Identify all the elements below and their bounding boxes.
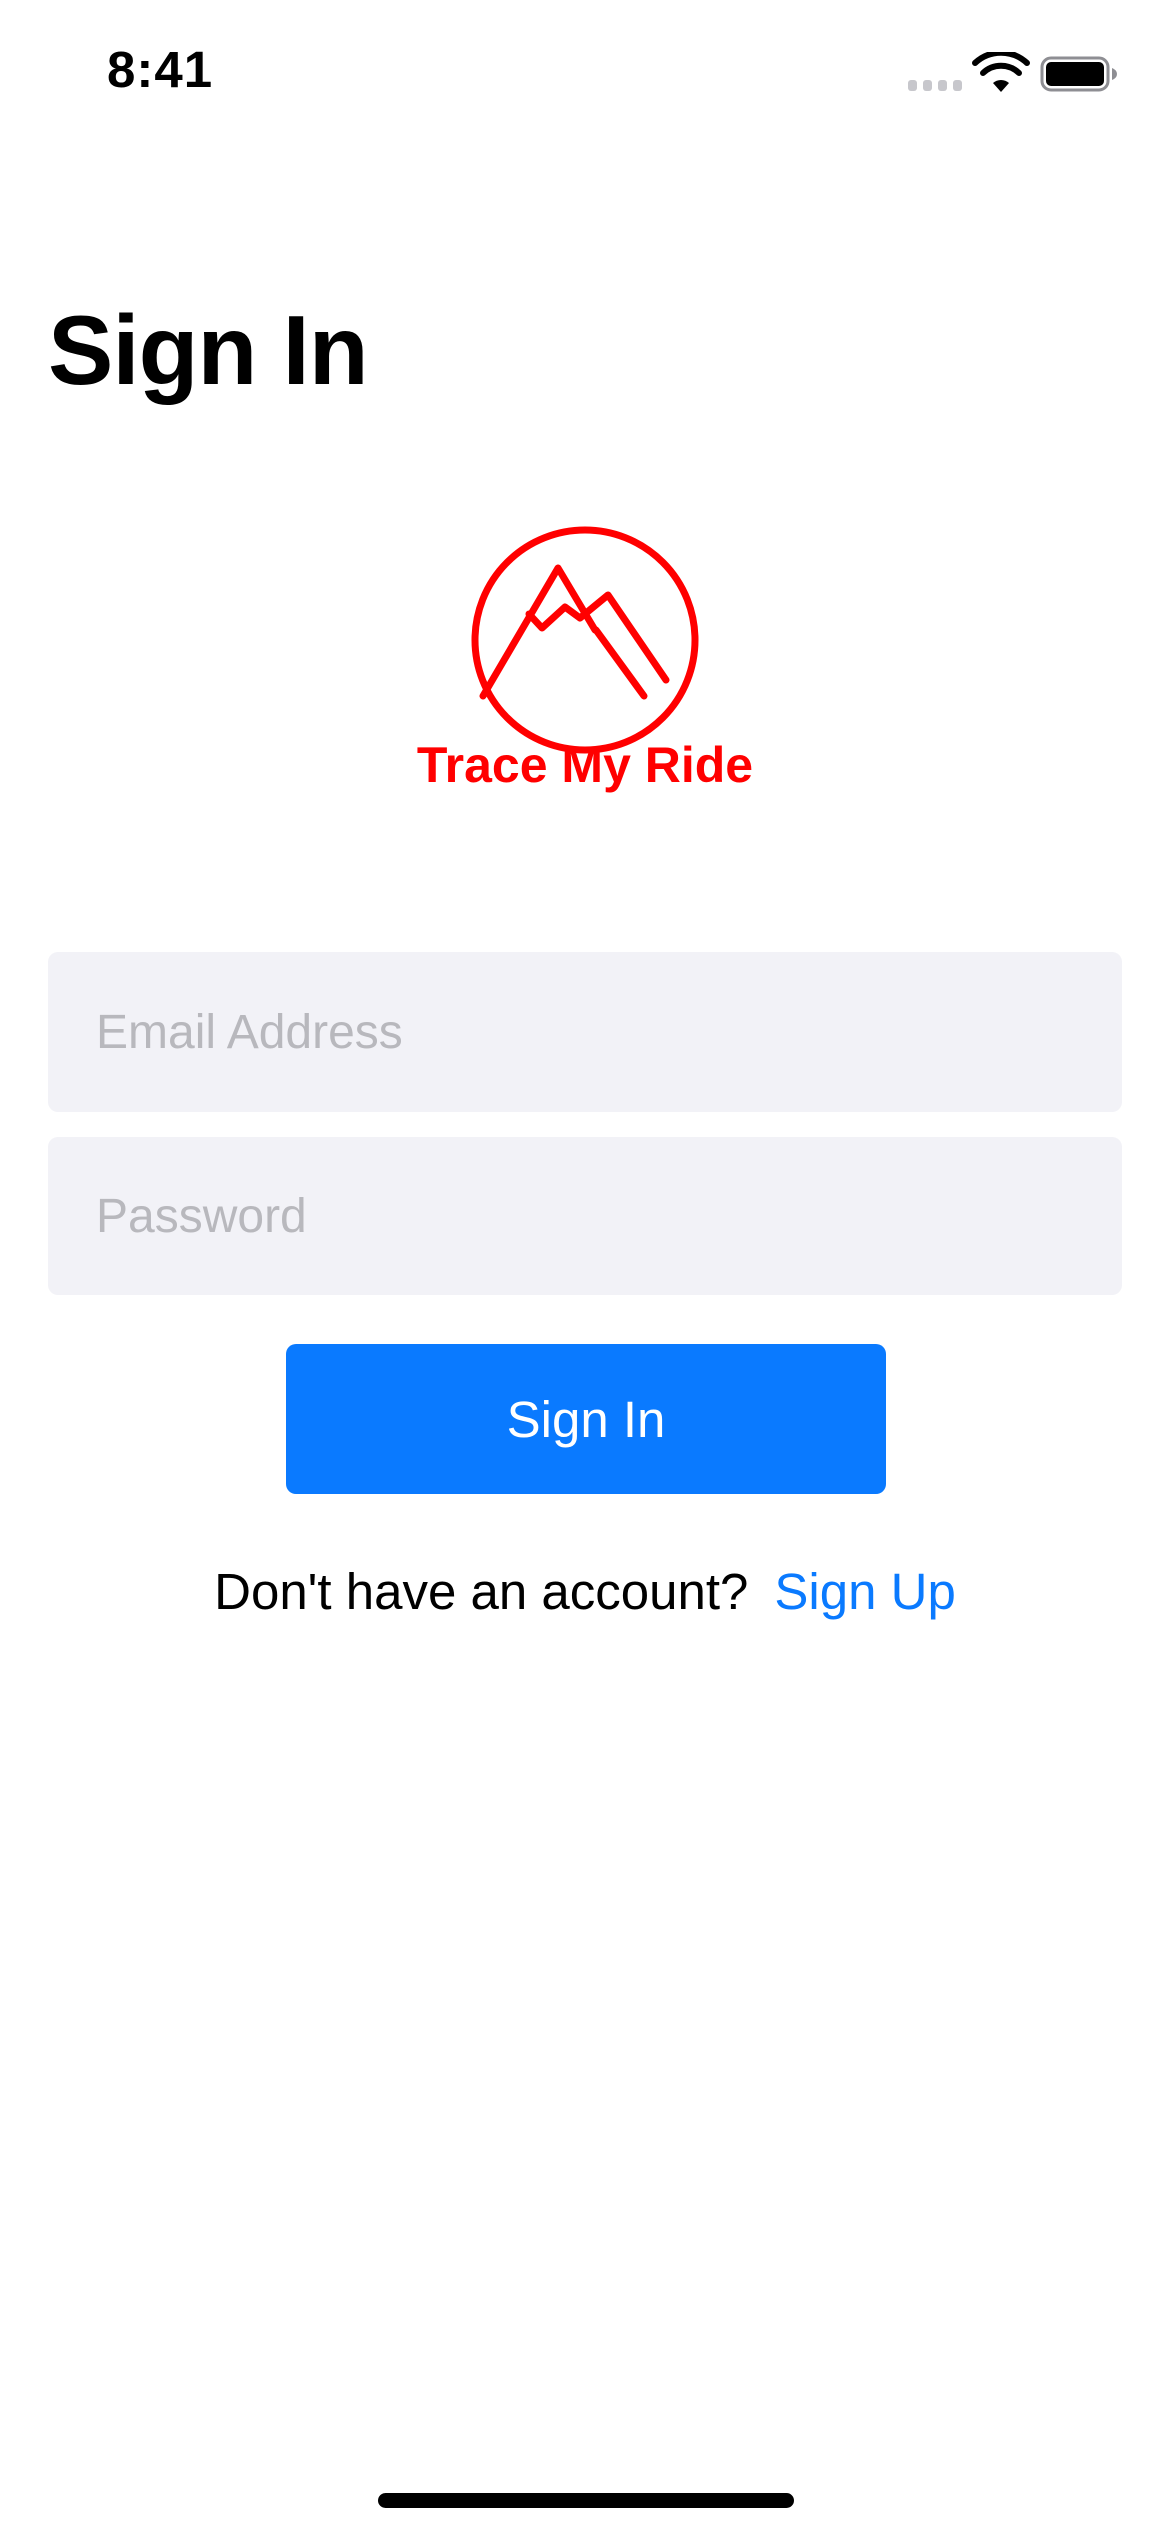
logo: Trace My Ride xyxy=(417,526,753,793)
status-time: 8:41 xyxy=(107,41,214,98)
wifi-icon xyxy=(972,52,1030,92)
home-indicator[interactable] xyxy=(378,2493,794,2508)
email-field[interactable] xyxy=(48,952,1122,1112)
sign-in-button-label: Sign In xyxy=(506,1390,666,1448)
sign-up-link[interactable]: Sign Up xyxy=(774,1562,955,1621)
status-bar: 8:41 xyxy=(0,0,1170,150)
logo-text: Trace My Ride xyxy=(417,737,753,793)
mountain-logo-icon xyxy=(471,526,699,754)
battery-icon xyxy=(1040,56,1117,92)
page-title: Sign In xyxy=(48,295,369,405)
signup-row: Don't have an account? Sign Up xyxy=(0,1562,1170,1621)
cellular-signal-icon xyxy=(908,80,964,94)
password-field[interactable] xyxy=(48,1137,1122,1295)
sign-in-button[interactable]: Sign In xyxy=(286,1344,886,1494)
signup-prompt: Don't have an account? xyxy=(214,1563,749,1620)
